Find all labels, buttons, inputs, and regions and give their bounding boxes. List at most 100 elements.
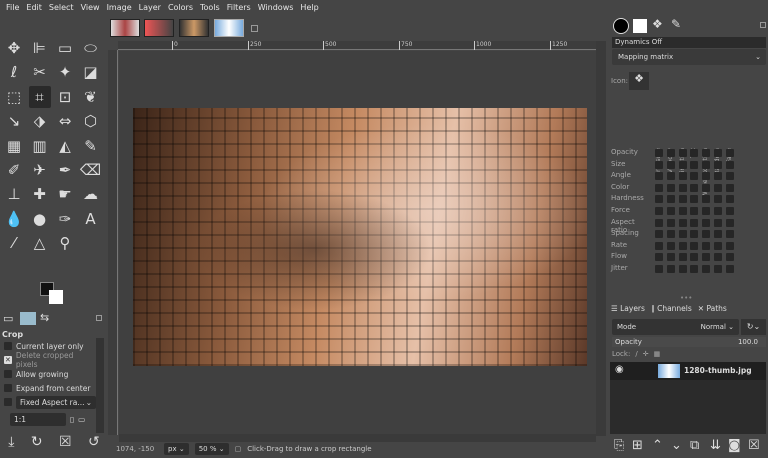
- matrix-cell[interactable]: [678, 265, 687, 273]
- matrix-cell[interactable]: [725, 265, 734, 273]
- unit-select[interactable]: px ⌄: [164, 443, 189, 455]
- matrix-cell[interactable]: [655, 207, 663, 215]
- matrix-cell[interactable]: [702, 253, 711, 262]
- matrix-cell[interactable]: [655, 149, 663, 157]
- heal-icon[interactable]: ✚: [29, 183, 51, 205]
- matrix-cell[interactable]: [666, 265, 675, 273]
- matrix-cell[interactable]: [702, 195, 711, 204]
- new-layer-group-icon[interactable]: ⊞: [632, 438, 643, 453]
- rotate-icon[interactable]: ↘: [3, 110, 25, 132]
- dynamics-name[interactable]: Dynamics Off: [612, 37, 766, 48]
- matrix-cell[interactable]: [714, 160, 722, 169]
- airbrush-icon[interactable]: ✈: [29, 159, 51, 181]
- color-picker-icon[interactable]: ⁄: [3, 232, 25, 254]
- visibility-eye-icon[interactable]: ◉: [615, 364, 624, 375]
- delete-preset-icon[interactable]: ☒: [59, 434, 72, 450]
- lock-pixels-icon[interactable]: /: [635, 350, 637, 358]
- matrix-cell[interactable]: [666, 207, 675, 215]
- matrix-cell[interactable]: [666, 253, 675, 262]
- menu-layer[interactable]: Layer: [136, 0, 165, 16]
- matrix-cell[interactable]: [655, 160, 663, 169]
- matrix-cell[interactable]: [714, 183, 722, 192]
- ink-icon[interactable]: ✒: [54, 159, 76, 181]
- unified-transform-icon[interactable]: ⊡: [54, 86, 76, 108]
- dynamics-view-select[interactable]: Mapping matrix ⌄: [612, 49, 766, 65]
- matrix-cell[interactable]: [666, 149, 675, 157]
- options-scrollbar[interactable]: [96, 338, 104, 433]
- foreground-select-icon[interactable]: ◪: [80, 61, 102, 83]
- opacity-slider[interactable]: Opacity 100.0: [612, 337, 766, 347]
- warp-icon[interactable]: ❦: [80, 86, 102, 108]
- menu-select[interactable]: Select: [46, 0, 78, 16]
- tab-channels[interactable]: ∥ Channels: [651, 304, 692, 313]
- matrix-cell[interactable]: [690, 195, 699, 204]
- fuzzy-select-icon[interactable]: ✦: [54, 61, 76, 83]
- matrix-cell[interactable]: [725, 207, 734, 215]
- expand-from-center-checkbox[interactable]: Expand from center: [0, 381, 96, 395]
- layer-row[interactable]: ◉ 1280-thumb.jpg: [610, 362, 766, 380]
- matrix-cell[interactable]: [702, 230, 711, 239]
- matrix-cell[interactable]: [655, 230, 663, 239]
- reset-icon[interactable]: ↺: [88, 434, 100, 450]
- tab-layers[interactable]: ☰ Layers: [611, 304, 645, 313]
- matrix-cell[interactable]: [690, 160, 699, 169]
- lower-layer-icon[interactable]: ⌄: [671, 438, 682, 453]
- matrix-cell[interactable]: [702, 218, 711, 227]
- paint-tab-icon[interactable]: ✎: [671, 17, 681, 31]
- tab-paths[interactable]: ✕ Paths: [698, 304, 727, 313]
- matrix-cell[interactable]: [725, 195, 734, 204]
- measure-icon[interactable]: △: [29, 232, 51, 254]
- matrix-cell[interactable]: [666, 218, 675, 227]
- image-tab[interactable]: [110, 19, 140, 37]
- matrix-cell[interactable]: [666, 230, 675, 239]
- menu-tools[interactable]: Tools: [197, 0, 224, 16]
- dock-menu-icon[interactable]: [96, 315, 102, 321]
- smudge-icon[interactable]: ☛: [54, 183, 76, 205]
- dodge-icon[interactable]: ●: [29, 208, 51, 230]
- clone-icon[interactable]: ⊥: [3, 183, 25, 205]
- matrix-cell[interactable]: [678, 149, 687, 157]
- matrix-cell[interactable]: [690, 149, 699, 157]
- rect-select-icon[interactable]: ▭: [54, 37, 76, 59]
- matrix-cell[interactable]: [714, 230, 722, 239]
- matrix-cell[interactable]: [725, 183, 734, 192]
- landscape-icon[interactable]: ▭: [78, 415, 85, 424]
- text-icon[interactable]: A: [80, 208, 102, 230]
- delete-layer-icon[interactable]: ☒: [748, 438, 760, 453]
- matrix-cell[interactable]: [725, 253, 734, 262]
- close-tab-icon[interactable]: [251, 25, 258, 32]
- perspective-icon[interactable]: ⬡: [80, 110, 102, 132]
- matrix-cell[interactable]: [678, 207, 687, 215]
- matrix-cell[interactable]: [714, 195, 722, 204]
- matrix-cell[interactable]: [690, 183, 699, 192]
- matrix-cell[interactable]: [702, 265, 711, 273]
- menu-image[interactable]: Image: [104, 0, 136, 16]
- matrix-cell[interactable]: [690, 172, 699, 181]
- images-tab-icon[interactable]: [20, 312, 36, 325]
- fg-bg-color-icon[interactable]: [40, 282, 66, 306]
- image-tab[interactable]: [179, 19, 209, 37]
- bucket-fill-icon[interactable]: ◭: [54, 135, 76, 157]
- matrix-cell[interactable]: [690, 253, 699, 262]
- restore-preset-icon[interactable]: ↻: [31, 434, 43, 450]
- matrix-cell[interactable]: [690, 241, 699, 250]
- mode-select[interactable]: Mode Normal ⌄: [612, 319, 739, 335]
- matrix-cell[interactable]: [666, 160, 675, 169]
- composite-mode-button[interactable]: ↻⌄: [741, 319, 766, 335]
- matrix-cell[interactable]: [666, 172, 675, 181]
- matrix-cell[interactable]: [666, 183, 675, 192]
- matrix-cell[interactable]: [678, 253, 687, 262]
- matrix-cell[interactable]: [714, 241, 722, 250]
- blur-icon[interactable]: 💧: [3, 208, 25, 230]
- matrix-cell[interactable]: [655, 172, 663, 181]
- aspect-value-input[interactable]: 1:1: [10, 412, 66, 426]
- ellipse-select-icon[interactable]: ⬭: [80, 37, 102, 59]
- matrix-cell[interactable]: [725, 160, 734, 169]
- matrix-cell[interactable]: [678, 241, 687, 250]
- image-tab-active[interactable]: [214, 19, 244, 37]
- matrix-cell[interactable]: [725, 172, 734, 181]
- matrix-cell[interactable]: [655, 183, 663, 192]
- portrait-icon[interactable]: ▯: [70, 415, 74, 424]
- menu-view[interactable]: View: [78, 0, 104, 16]
- matrix-cell[interactable]: [702, 160, 711, 169]
